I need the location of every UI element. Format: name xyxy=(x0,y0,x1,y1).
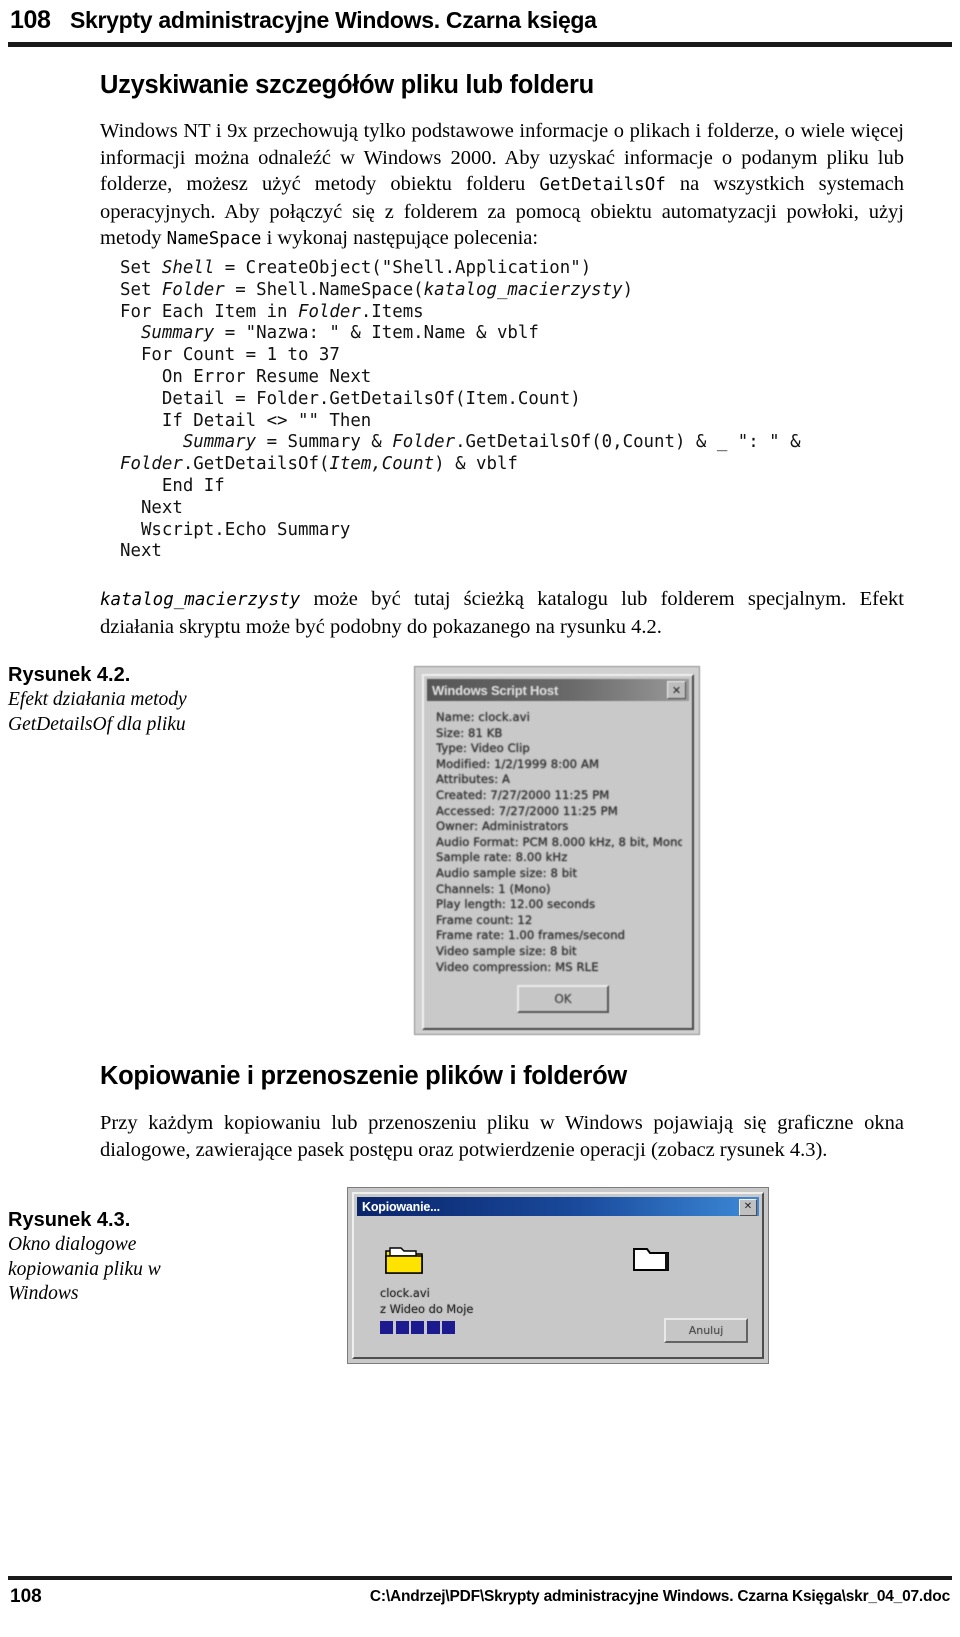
detail-line: Channels: 1 (Mono) xyxy=(436,881,551,896)
figure-number-4-3: Rysunek 4.3. xyxy=(8,1209,131,1231)
code-line: If Detail <> "" Then xyxy=(120,410,372,431)
wsh-dialog-titlebar[interactable]: Windows Script Host ✕ xyxy=(427,679,689,701)
progress-block xyxy=(395,1321,409,1334)
detail-line: Modified: 1/2/1999 8:00 AM xyxy=(436,756,600,771)
running-head-title: Skrypty administracyjne Windows. Czarna … xyxy=(70,7,597,33)
detail-line: Frame count: 12 xyxy=(436,912,533,927)
figure-caption-4-2: Rysunek 4.2. Efekt działania metody GetD… xyxy=(8,663,198,737)
code-line: Folder.GetDetailsOf(Item,Count) & vblf xyxy=(120,454,518,475)
ok-button[interactable]: OK xyxy=(517,985,609,1013)
code-line: For Each Item in Folder.Items xyxy=(120,301,424,322)
code-line: Next xyxy=(120,541,162,562)
paragraph-copy: Przy każdym kopiowaniu lub przenoszeniu … xyxy=(100,1112,904,1161)
inline-code-namespace: NameSpace xyxy=(166,229,262,250)
footer-folio: 108 xyxy=(10,1586,42,1607)
figure-description-4-2: Efekt działania metody GetDetailsOf dla … xyxy=(8,689,187,735)
close-icon[interactable]: ✕ xyxy=(739,1198,757,1216)
progress-bar xyxy=(380,1321,500,1334)
detail-line: Attributes: A xyxy=(436,772,511,787)
detail-line: Owner: Administrators xyxy=(436,819,569,834)
figure-number-4-2: Rysunek 4.2. xyxy=(8,664,131,686)
section-heading-copy: Kopiowanie i przenoszenie plików i folde… xyxy=(100,1062,627,1090)
footer-file-path: C:\Andrzej\PDF\Skrypty administracyjne W… xyxy=(369,1588,950,1605)
header-rule xyxy=(8,42,952,47)
figure-image-4-3: Kopiowanie... ✕ clock.avi z Wideo do Moj xyxy=(348,1188,768,1363)
detail-line: Sample rate: 8.00 kHz xyxy=(436,850,568,865)
copy-source-filename: clock.avi xyxy=(380,1286,430,1300)
progress-block xyxy=(411,1321,424,1334)
figure-description-4-3: Okno dialogowe kopiowania pliku w Window… xyxy=(8,1234,161,1304)
detail-line: Video sample size: 8 bit xyxy=(436,943,577,958)
detail-line: Audio sample size: 8 bit xyxy=(436,865,578,880)
inline-code-katalog-macierzysty: katalog_macierzysty xyxy=(100,590,301,610)
code-line: Set Shell = CreateObject("Shell.Applicat… xyxy=(120,258,592,278)
code-line: Summary = Summary & Folder.GetDetailsOf(… xyxy=(182,432,801,453)
inline-code-getdetailsof: GetDetailsOf xyxy=(539,175,666,196)
detail-line: Video compression: MS RLE xyxy=(436,959,599,974)
wsh-dialog-title: Windows Script Host xyxy=(432,682,559,698)
code-line: Summary = "Nazwa: " & Item.Name & vblf xyxy=(140,323,539,344)
figure-image-4-2: Windows Script Host ✕ Name: clock.avi Si… xyxy=(415,667,699,1034)
detail-line: Created: 7/27/2000 11:25 PM xyxy=(436,787,610,802)
code-listing: Set Shell = CreateObject("Shell.Applicat… xyxy=(120,258,801,563)
code-line: Detail = Folder.GetDetailsOf(Item.Count) xyxy=(120,388,581,409)
code-line: Wscript.Echo Summary xyxy=(120,519,351,540)
wsh-dialog-window: Windows Script Host ✕ Name: clock.avi Si… xyxy=(422,674,694,1030)
cancel-button[interactable]: Anuluj xyxy=(664,1318,748,1343)
paragraph-intro: Windows NT i 9x przechowują tylko podsta… xyxy=(100,118,904,253)
footer-rule xyxy=(8,1576,952,1580)
detail-line: Size: 81 KB xyxy=(436,725,503,740)
section-heading-details: Uzyskiwanie szczegółów pliku lub folderu xyxy=(100,71,594,99)
detail-line: Type: Video Clip xyxy=(436,741,530,756)
progress-block xyxy=(442,1321,455,1334)
code-line: End If xyxy=(120,475,225,496)
close-icon[interactable]: ✕ xyxy=(667,681,686,699)
code-line: Set Folder = Shell.NameSpace(katalog_mac… xyxy=(120,279,634,300)
code-line: Next xyxy=(120,497,183,518)
copy-dialog-window: Kopiowanie... ✕ clock.avi z Wideo do Moj xyxy=(352,1192,764,1359)
progress-block xyxy=(426,1321,440,1334)
detail-line: Frame rate: 1.00 frames/second xyxy=(436,928,626,943)
detail-line: Audio Format: PCM 8.000 kHz, 8 bit, Mono xyxy=(436,834,682,849)
intro-text-3: i wykonaj następujące polecenia: xyxy=(261,227,539,250)
open-folder-icon xyxy=(384,1242,426,1275)
running-head-folio: 108 xyxy=(10,6,51,34)
copy-dialog-titlebar[interactable]: Kopiowanie... ✕ xyxy=(357,1197,759,1216)
closed-folder-icon xyxy=(631,1241,673,1274)
copy-dialog-title: Kopiowanie... xyxy=(362,1199,440,1214)
paragraph-after-code: katalog_macierzysty może być tutaj ścież… xyxy=(100,586,904,640)
code-line: For Count = 1 to 37 xyxy=(120,345,340,366)
document-page: 108 Skrypty administracyjne Windows. Cza… xyxy=(0,0,960,1637)
copy-source-target: z Wideo do Moje xyxy=(380,1301,474,1316)
copy-status-lines: clock.avi z Wideo do Moje xyxy=(380,1286,473,1317)
wsh-dialog-details-text: Name: clock.avi Size: 81 KB Type: Video … xyxy=(436,710,682,975)
detail-line: Name: clock.avi xyxy=(436,710,530,724)
figure-caption-4-3: Rysunek 4.3. Okno dialogowe kopiowania p… xyxy=(8,1208,198,1307)
detail-line: Accessed: 7/27/2000 11:25 PM xyxy=(436,803,618,818)
code-line: On Error Resume Next xyxy=(120,366,372,387)
detail-line: Play length: 12.00 seconds xyxy=(436,897,596,912)
progress-block xyxy=(380,1321,393,1334)
